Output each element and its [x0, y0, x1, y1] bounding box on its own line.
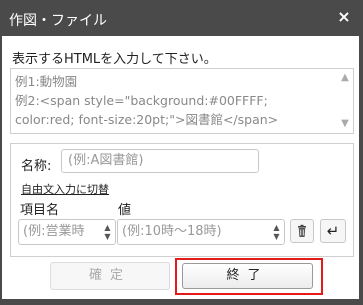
item-name-placeholder: (例:営業時 — [23, 224, 85, 239]
confirm-button[interactable]: 確定 — [50, 262, 170, 290]
value-placeholder: (例:10時〜18時) — [122, 224, 222, 239]
value-select[interactable]: (例:10時〜18時) ▲ ▼ — [117, 219, 285, 245]
item-spinner-icon[interactable]: ▲ ▼ — [103, 223, 112, 241]
toggle-freetext-link[interactable]: 自由文入力に切替 — [21, 181, 109, 197]
instruction-text: 表示するHTMLを入力して下さい。 — [12, 52, 217, 67]
html-input[interactable]: 例1:動物園 例2:<span style="background:#00FFF… — [10, 68, 354, 134]
scroll-up-icon[interactable]: ▲ — [340, 73, 350, 83]
window-title: 作図・ファイル — [9, 13, 107, 29]
finish-button[interactable]: 終了 — [182, 263, 313, 289]
scroll-down-icon[interactable]: ▼ — [340, 119, 350, 129]
enter-button[interactable]: ↵ — [320, 219, 346, 243]
html-input-placeholder: 例1:動物園 例2:<span style="background:#00FFF… — [15, 74, 279, 127]
name-input[interactable]: (例:A図書館) — [61, 149, 259, 173]
close-icon[interactable]: × — [336, 9, 352, 25]
dialog-body: 表示するHTMLを入力して下さい。 例1:動物園 例2:<span style=… — [2, 36, 359, 299]
delete-button[interactable] — [290, 219, 314, 243]
name-label: 名称: — [21, 159, 52, 174]
html-input-scrollbar[interactable]: ▲ ▼ — [337, 69, 353, 133]
item-column-header: 項目名 — [20, 203, 60, 218]
value-column-header: 値 — [118, 203, 132, 218]
value-spinner-icon[interactable]: ▲ ▼ — [272, 223, 281, 241]
title-bar[interactable]: 作図・ファイル × — [0, 0, 363, 36]
item-name-select[interactable]: (例:営業時 ▲ ▼ — [18, 219, 116, 245]
trash-icon — [298, 224, 306, 237]
enter-icon: ↵ — [326, 222, 340, 240]
entry-panel: 名称: (例:A図書館) 自由文入力に切替 項目名 値 (例:営業時 ▲ ▼ (例… — [10, 143, 354, 257]
dialog: 作図・ファイル × 表示するHTMLを入力して下さい。 例1:動物園 例2:<s… — [0, 0, 363, 305]
